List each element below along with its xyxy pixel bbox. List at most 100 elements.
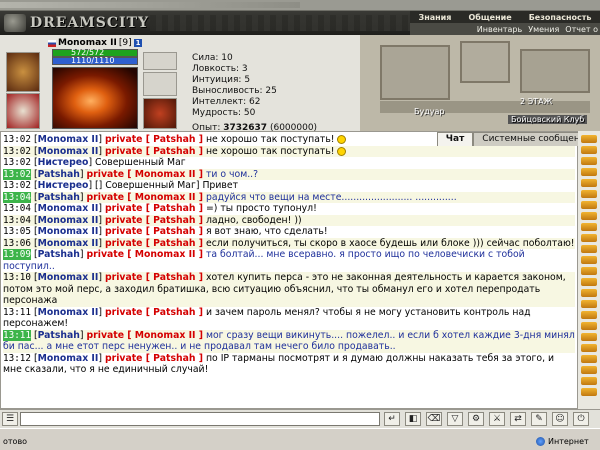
settings-icon[interactable]: ⚙ xyxy=(468,412,484,426)
chat-line: 13:09 [Patshah] private [ Monomax II ] т… xyxy=(3,249,525,272)
online-user-icon[interactable] xyxy=(581,311,597,319)
online-user-icon[interactable] xyxy=(581,256,597,264)
chat-sender[interactable]: Monomax II xyxy=(38,146,99,157)
character-nick[interactable]: Monomax II [9] 1 xyxy=(48,38,143,48)
chat-private-target[interactable]: private [ Patshah ] xyxy=(105,226,203,237)
chat-message-text: ладно, свободен! )) xyxy=(205,214,302,226)
chat-time: 13:02 xyxy=(3,168,31,180)
chat-sender[interactable]: Monomax II xyxy=(38,226,99,237)
online-user-icon[interactable] xyxy=(581,168,597,176)
menu-item-social[interactable]: Общение xyxy=(468,13,511,22)
clear-icon[interactable]: ◧ xyxy=(405,412,421,426)
online-user-icon[interactable] xyxy=(581,355,597,363)
chat-sender[interactable]: Monomax II xyxy=(38,238,99,249)
armor-slot-icon[interactable] xyxy=(6,93,40,129)
stats-list: Сила: 10 Ловкость: 3 Интуиция: 5 Выносли… xyxy=(192,53,277,119)
online-user-icon[interactable] xyxy=(581,135,597,143)
online-user-icon[interactable] xyxy=(581,300,597,308)
chat-line: 13:04 [Monomax II] private [ Patshah ] =… xyxy=(3,203,317,214)
menu-item-security[interactable]: Безопасность xyxy=(529,13,592,22)
eraser-icon[interactable]: ⌫ xyxy=(426,412,442,426)
chat-sender[interactable]: Monomax II xyxy=(38,272,99,283)
chat-private-target[interactable]: private [ Patshah ] xyxy=(105,238,203,249)
chat-time: 13:02 xyxy=(3,134,31,145)
chat-sender[interactable]: Patshah xyxy=(38,169,80,180)
chat-sender[interactable]: Patshah xyxy=(38,249,80,260)
chat-sender[interactable]: Patshah xyxy=(38,330,80,341)
online-user-icon[interactable] xyxy=(581,344,597,352)
chat-sender[interactable]: Нистерео xyxy=(38,157,89,168)
menu-icon[interactable]: ☰ xyxy=(2,412,18,426)
chat-sender[interactable]: Нистерео xyxy=(38,180,89,191)
map-room[interactable] xyxy=(520,49,590,93)
online-user-icon[interactable] xyxy=(581,146,597,154)
status-bar: отово Интернет xyxy=(0,428,600,450)
chat-private-target[interactable]: private [ Patshah ] xyxy=(105,307,203,318)
online-user-icon[interactable] xyxy=(581,289,597,297)
chat-private-target[interactable]: private [ Monomax II ] xyxy=(87,249,203,260)
online-user-icon[interactable] xyxy=(581,322,597,330)
chat-message-text: не хорошо так поступать! xyxy=(205,145,335,157)
smile-icon[interactable]: ☺ xyxy=(552,412,568,426)
chat-private-target[interactable]: private [ Patshah ] xyxy=(105,215,203,226)
online-user-icon[interactable] xyxy=(581,245,597,253)
map-label-boudoir[interactable]: Будуар xyxy=(414,107,444,116)
amulet-slot-icon[interactable] xyxy=(143,72,177,96)
chat-time: 13:04 xyxy=(3,191,31,203)
chat-private-target[interactable]: private [ Patshah ] xyxy=(105,272,203,283)
online-user-icon[interactable] xyxy=(581,212,597,220)
walk-icon[interactable]: ⇄ xyxy=(510,412,526,426)
online-user-icon[interactable] xyxy=(581,201,597,209)
smiley-icon xyxy=(336,135,346,144)
chat-private-target[interactable]: private [ Monomax II ] xyxy=(87,169,203,180)
chat-private-target[interactable]: private [ Patshah ] xyxy=(105,146,203,157)
online-user-icon[interactable] xyxy=(581,179,597,187)
online-user-icon[interactable] xyxy=(581,190,597,198)
map-room[interactable] xyxy=(460,41,510,83)
chat-private-target[interactable]: private [ Patshah ] xyxy=(105,134,203,145)
fight-icon[interactable]: ⚔ xyxy=(489,412,505,426)
online-user-icon[interactable] xyxy=(581,267,597,275)
menu-item-inventory[interactable]: Инвентарь xyxy=(477,25,522,34)
menu-item-knowledge[interactable]: Знания xyxy=(419,13,452,22)
avatar[interactable] xyxy=(52,67,138,129)
chat-sender[interactable]: Monomax II xyxy=(38,134,99,145)
chat-sender[interactable]: Monomax II xyxy=(38,215,99,226)
online-user-icon[interactable] xyxy=(581,234,597,242)
online-user-icon[interactable] xyxy=(581,157,597,165)
brush-icon[interactable]: ✎ xyxy=(531,412,547,426)
menu-item-skills[interactable]: Умения xyxy=(528,25,559,34)
online-user-icon[interactable] xyxy=(581,366,597,374)
chat-sender[interactable]: Monomax II xyxy=(38,307,99,318)
gloves-slot-icon[interactable] xyxy=(143,98,177,129)
map-room[interactable] xyxy=(380,45,450,100)
chat-sender[interactable]: Patshah xyxy=(38,192,80,203)
chat-sender[interactable]: Monomax II xyxy=(38,203,99,214)
header-decoration xyxy=(150,15,410,31)
ring-slot-icon[interactable] xyxy=(143,52,177,70)
helmet-slot-icon[interactable] xyxy=(6,52,40,92)
map-label-fight-club[interactable]: Бойцовский Клуб xyxy=(508,115,588,124)
online-user-icon[interactable] xyxy=(581,223,597,231)
game-window: DREAMSCITY Знания Общение Безопасность И… xyxy=(0,0,600,450)
chat-sender[interactable]: Monomax II xyxy=(38,353,99,364)
online-user-icon[interactable] xyxy=(581,377,597,385)
chat-private-target[interactable]: private [ Monomax II ] xyxy=(87,330,203,341)
chat-time: 13:04 xyxy=(3,214,31,226)
chat-input[interactable] xyxy=(20,412,380,426)
send-icon[interactable]: ↵ xyxy=(384,412,400,426)
game-header: DREAMSCITY Знания Общение Безопасность И… xyxy=(0,11,600,35)
power-icon[interactable]: ⏻ xyxy=(573,412,589,426)
menu-item-report[interactable]: Отчет о xyxy=(565,25,598,34)
tab-chat[interactable]: Чат xyxy=(436,132,474,146)
online-user-icon[interactable] xyxy=(581,333,597,341)
chat-private-target[interactable]: private [ Patshah ] xyxy=(105,353,203,364)
chat-line: 13:05 [Monomax II] private [ Patshah ] я… xyxy=(3,226,328,237)
chat-private-target[interactable]: private [ Monomax II ] xyxy=(87,192,203,203)
chat-log[interactable]: 13:02 [Monomax II] private [ Patshah ] н… xyxy=(0,131,578,409)
online-user-icon[interactable] xyxy=(581,388,597,396)
chat-private-target[interactable]: private [ Patshah ] xyxy=(105,203,203,214)
online-user-icon[interactable] xyxy=(581,278,597,286)
info-badge[interactable]: 1 xyxy=(133,39,143,47)
filter-icon[interactable]: ▽ xyxy=(447,412,463,426)
